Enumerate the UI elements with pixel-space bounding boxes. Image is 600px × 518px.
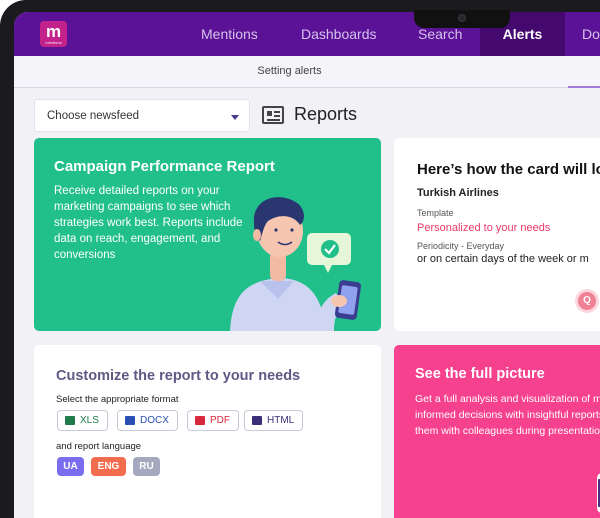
customize-report-card: Customize the report to your needs Selec… <box>34 345 381 518</box>
sub-navigation: Setting alerts <box>14 56 600 88</box>
section-title: Reports <box>294 104 358 124</box>
periodicity-value: or on certain days of the week or m <box>417 253 589 265</box>
nav-item-dashboards[interactable]: Dashboards <box>301 12 377 56</box>
preview-badge[interactable]: Q <box>578 292 596 310</box>
format-html-button[interactable]: HTML <box>244 410 304 431</box>
person-with-phone-illustration <box>230 197 362 331</box>
template-value: Personalized to your needs <box>417 222 551 234</box>
language-label: and report language <box>56 441 142 452</box>
customize-card-title: Customize the report to your needs <box>56 368 301 384</box>
newsfeed-select-label: Choose newsfeed <box>47 110 140 122</box>
pdf-icon <box>195 416 205 425</box>
logo-letter: m <box>45 22 62 41</box>
html-icon <box>252 416 262 425</box>
preview-title: Here’s how the card will lo <box>417 161 600 178</box>
periodicity-label: Periodicity - Everyday <box>417 241 505 251</box>
format-label: Select the appropriate format <box>56 394 179 405</box>
report-icon <box>262 106 284 124</box>
logo-wordmark: mentions <box>45 40 62 45</box>
camera-lens <box>458 14 466 22</box>
language-eng-chip[interactable]: ENG <box>91 457 126 476</box>
nav-item-do[interactable]: Do <box>582 12 600 56</box>
card-preview-panel: Here’s how the card will lo Turkish Airl… <box>394 138 600 331</box>
format-docx-button[interactable]: DOCX <box>117 410 178 431</box>
xls-icon <box>65 416 75 425</box>
format-pdf-label: PDF <box>210 415 230 426</box>
full-picture-title: See the full picture <box>415 366 545 382</box>
chevron-down-icon <box>231 115 239 120</box>
preview-organization: Turkish Airlines <box>417 187 499 199</box>
format-xls-label: XLS <box>80 415 99 426</box>
newsfeed-select[interactable]: Choose newsfeed <box>34 99 250 132</box>
full-picture-card: See the full picture Get a full analysis… <box>394 345 600 518</box>
campaign-report-card[interactable]: Campaign Performance Report Receive deta… <box>34 138 381 331</box>
template-label: Template <box>417 208 454 218</box>
tab-setting-alerts[interactable]: Setting alerts <box>14 65 565 77</box>
format-pdf-button[interactable]: PDF <box>187 410 239 431</box>
format-html-label: HTML <box>267 415 295 426</box>
top-navigation-bar: m mentions Mentions Dashboards Search Al… <box>14 12 600 56</box>
mentions-logo[interactable]: m mentions <box>40 21 67 47</box>
campaign-card-title: Campaign Performance Report <box>54 158 275 175</box>
docx-icon <box>125 416 135 425</box>
device-bezel: m mentions Mentions Dashboards Search Al… <box>0 0 600 518</box>
full-picture-description: Get a full analysis and visualization of… <box>415 393 600 437</box>
app-screen: m mentions Mentions Dashboards Search Al… <box>14 12 600 518</box>
language-ru-chip[interactable]: RU <box>133 457 160 476</box>
language-ua-chip[interactable]: UA <box>57 457 84 476</box>
device-camera <box>414 10 510 28</box>
format-xls-button[interactable]: XLS <box>57 410 108 431</box>
nav-item-mentions[interactable]: Mentions <box>201 12 258 56</box>
format-docx-label: DOCX <box>140 415 169 426</box>
active-tab-indicator <box>568 86 600 88</box>
